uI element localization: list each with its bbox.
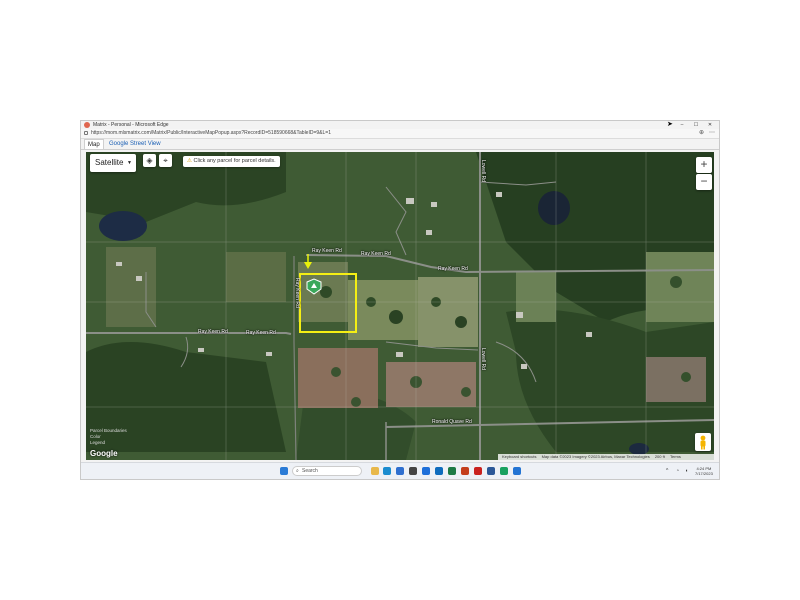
map-view[interactable]: Satellite ▼ ◈ ⌖ ⚠ Click any parcel for p…	[86, 152, 714, 460]
edge-icon	[84, 122, 90, 128]
minimize-button[interactable]: –	[675, 121, 689, 129]
search-placeholder: Search	[302, 468, 318, 474]
parcel-hint: ⚠ Click any parcel for parcel details.	[183, 156, 280, 167]
title-bar: Matrix - Personal - Microsoft Edge ➤ – ☐…	[81, 121, 719, 129]
app-icon[interactable]	[409, 467, 417, 475]
legend-parcel-boundaries: Parcel Boundaries	[90, 428, 127, 433]
zoom-in-button[interactable]: +	[696, 157, 712, 173]
satellite-imagery	[86, 152, 714, 460]
chevron-down-icon: ▼	[127, 160, 132, 166]
clock-date: 7/17/2023	[695, 471, 713, 476]
wifi-icon[interactable]: ◔	[676, 463, 679, 479]
zoom-icon[interactable]: ⊕	[699, 129, 704, 138]
app-icon-2[interactable]	[500, 467, 508, 475]
tray-chevron-icon[interactable]: ^	[666, 463, 668, 479]
close-button[interactable]: ✕	[703, 121, 717, 129]
file-explorer-icon[interactable]	[371, 467, 379, 475]
warning-icon: ⚠	[187, 158, 192, 164]
google-logo: Google	[90, 449, 118, 458]
road-label: Ray Keen Rd	[361, 251, 391, 257]
window-title: Matrix - Personal - Microsoft Edge	[93, 122, 169, 128]
browser-window: Matrix - Personal - Microsoft Edge ➤ – ☐…	[80, 120, 720, 480]
map-type-dropdown[interactable]: Satellite ▼	[90, 154, 136, 172]
powerpoint-icon[interactable]	[461, 467, 469, 475]
address-bar[interactable]: https://mom.mlsmatrix.com/Matrix/Public/…	[81, 129, 719, 139]
taskbar: ⌕ Search ^ ◔ ◖ 4:24 PM 7/17/2023	[81, 462, 719, 479]
road-label: Ray Keen Rd	[294, 278, 300, 308]
legend-label: Legend	[90, 440, 106, 445]
road-label: Ronald Quave Rd	[432, 419, 472, 425]
excel-icon[interactable]	[448, 467, 456, 475]
clock[interactable]: 4:24 PM 7/17/2023	[695, 466, 713, 476]
tab-bar: Map Google Street View	[81, 139, 719, 150]
edge-icon[interactable]	[383, 467, 391, 475]
url-text[interactable]: https://mom.mlsmatrix.com/Matrix/Public/…	[91, 129, 331, 138]
map-data-credit: Map data ©2023 Imagery ©2023 Airbus, Max…	[541, 454, 650, 459]
mouse-cursor-icon: ➤	[667, 121, 673, 128]
acrobat-icon[interactable]	[474, 467, 482, 475]
volume-icon[interactable]: ◖	[685, 463, 688, 479]
locate-icon[interactable]: ⌖	[159, 154, 172, 167]
road-label: Ray Keen Rd	[438, 266, 468, 272]
tab-street-view[interactable]: Google Street View	[106, 139, 164, 149]
app-icon-3[interactable]	[513, 467, 521, 475]
taskbar-search[interactable]: ⌕ Search	[292, 466, 362, 476]
terms-link[interactable]: Terms	[670, 454, 681, 459]
scale-label: 200 ft	[654, 454, 665, 459]
maximize-button[interactable]: ☐	[689, 121, 703, 129]
store-icon[interactable]	[396, 467, 404, 475]
mail-icon[interactable]	[422, 467, 430, 475]
road-label: Ray Keen Rd	[198, 329, 228, 335]
more-icon[interactable]: ⋯	[709, 129, 715, 138]
tab-map[interactable]: Map	[84, 139, 104, 149]
layers-icon[interactable]: ◈	[143, 154, 156, 167]
map-type-label: Satellite	[95, 158, 124, 167]
road-label: Ray Keen Rd	[312, 248, 342, 254]
road-label: Lowell Rd	[480, 160, 486, 182]
keyboard-shortcuts-link[interactable]: Keyboard shortcuts	[502, 454, 536, 459]
pegman-icon[interactable]	[695, 433, 711, 451]
parcel-hint-text: Click any parcel for parcel details.	[193, 158, 276, 164]
lock-icon	[84, 131, 88, 135]
zoom-out-button[interactable]: −	[696, 174, 712, 190]
search-icon: ⌕	[296, 468, 299, 474]
road-label: Ray Keen Rd	[246, 330, 276, 336]
map-attribution: Keyboard shortcuts Map data ©2023 Imager…	[498, 454, 714, 460]
outlook-icon[interactable]	[487, 467, 495, 475]
word-icon[interactable]	[435, 467, 443, 475]
start-icon[interactable]	[280, 467, 288, 475]
legend-color: Color	[90, 434, 101, 439]
road-label: Lowell Rd	[480, 348, 486, 370]
